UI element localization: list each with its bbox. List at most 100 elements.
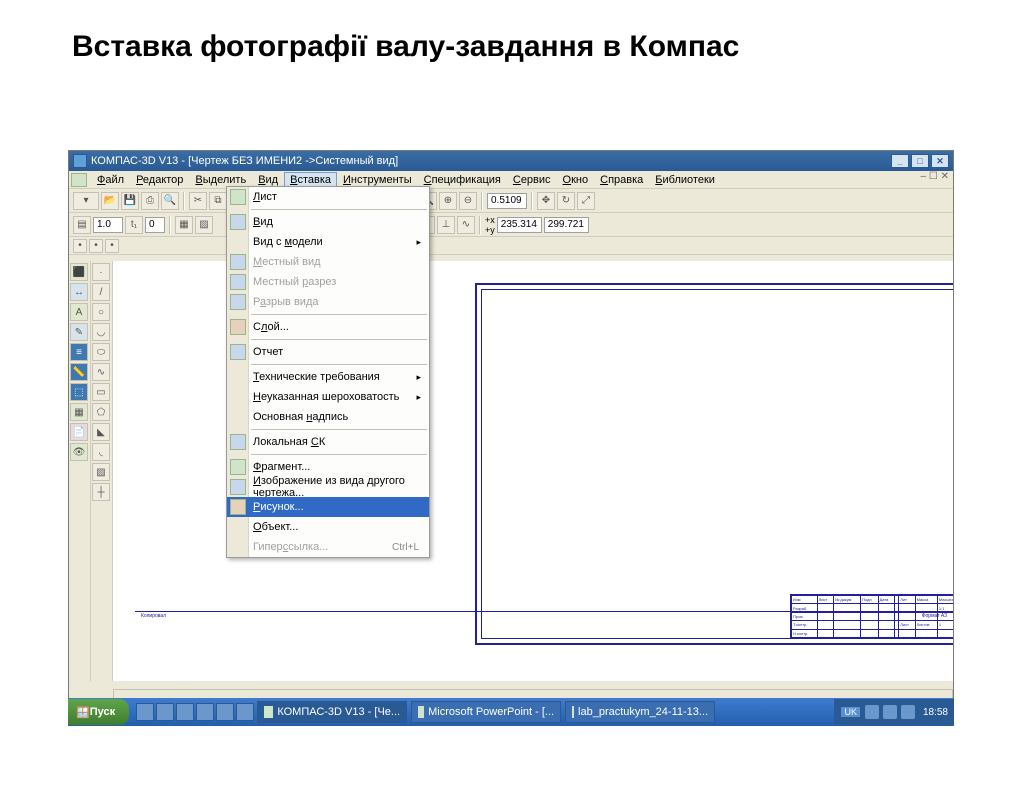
geom-icon[interactable]: ⬛	[70, 263, 88, 281]
tool-panel[interactable]: · / ○ ◡ ⬭ ∿ ▭ ⬠ ◣ ◟ ▨ ┼	[91, 261, 113, 681]
t-input[interactable]: 0	[145, 217, 165, 233]
pt-icon[interactable]: ·	[92, 263, 110, 281]
p3[interactable]: •	[105, 239, 119, 253]
tray[interactable]: UK 18:58	[834, 699, 954, 725]
layer2-button[interactable]: ▨	[195, 216, 213, 234]
view-icon[interactable]: 👁	[70, 443, 88, 461]
line-icon[interactable]: /	[92, 283, 110, 301]
taskbar-item[interactable]: lab_practukym_24-11-13...	[565, 701, 715, 723]
rep-icon[interactable]: 📄	[70, 423, 88, 441]
paper-frame: ИзмЛист№ докумПодпДатаЛитМассаМасштабРаз…	[475, 283, 953, 645]
zoom3-button[interactable]: ⊖	[459, 192, 477, 210]
scale-input[interactable]: 0.5109	[487, 193, 527, 209]
orbit-button[interactable]: ↻	[557, 192, 575, 210]
p2[interactable]: •	[89, 239, 103, 253]
menu-редактор[interactable]: Редактор	[130, 172, 189, 188]
copy-button[interactable]: ⧉	[209, 192, 227, 210]
toolbar-main[interactable]: ▾ 📂 💾 ⎙ 🔍 ✂ ⧉ 📋 🔍 ⊕ ⊖ 0.5109 ✥ ↻ ⤢	[69, 189, 953, 213]
ql-icon[interactable]	[216, 703, 234, 721]
layer-button[interactable]: ▦	[175, 216, 193, 234]
menu-окно[interactable]: Окно	[557, 172, 595, 188]
menubar[interactable]: ФайлРедакторВыделитьВидВставкаИнструмент…	[69, 171, 953, 189]
arc-icon[interactable]: ◡	[92, 323, 110, 341]
zoom2-button[interactable]: ⊕	[439, 192, 457, 210]
sel-icon[interactable]: ⬚	[70, 383, 88, 401]
spec-icon[interactable]: ▦	[70, 403, 88, 421]
hatch-icon[interactable]: ▨	[92, 463, 110, 481]
poly-icon[interactable]: ⬠	[92, 403, 110, 421]
tray-icon[interactable]	[901, 705, 915, 719]
insert-menu-dropdown[interactable]: ЛистВидВид с модели▸Местный видМестный р…	[226, 186, 430, 558]
ch-icon[interactable]: ◣	[92, 423, 110, 441]
coord-x[interactable]: 235.314	[497, 217, 542, 233]
menu-item[interactable]: Основная надпись	[227, 407, 429, 427]
menu-справка[interactable]: Справка	[594, 172, 649, 188]
meas-icon[interactable]: 📏	[70, 363, 88, 381]
ql-icon[interactable]	[156, 703, 174, 721]
taskbar-item[interactable]: КОМПАС-3D V13 - [Че...	[257, 701, 407, 723]
taskbar-item[interactable]: Microsoft PowerPoint - [...	[411, 701, 561, 723]
menu-файл[interactable]: Файл	[91, 172, 130, 188]
ql-icon[interactable]	[236, 703, 254, 721]
menu-item[interactable]: Слой...	[227, 317, 429, 337]
compact-panel[interactable]: ⬛ ↔ A ✎ ≡ 📏 ⬚ ▦ 📄 👁	[69, 261, 91, 681]
coord-y[interactable]: 299.721	[544, 217, 589, 233]
menu-item[interactable]: Рисунок...	[227, 497, 429, 517]
text-icon[interactable]: A	[70, 303, 88, 321]
dim-icon[interactable]: ↔	[70, 283, 88, 301]
new-button[interactable]: ▾	[73, 192, 99, 210]
ortho-button[interactable]: ⊥	[437, 216, 455, 234]
lang-indicator[interactable]: UK	[840, 706, 861, 718]
snap-button[interactable]: ∿	[457, 216, 475, 234]
menu-библиотеки[interactable]: Библиотеки	[649, 172, 721, 188]
menu-item: Разрыв вида	[227, 292, 429, 312]
start-button[interactable]: 🪟 Пуск	[68, 699, 129, 725]
menu-item[interactable]: Фрагмент...	[227, 457, 429, 477]
ql-icon[interactable]	[176, 703, 194, 721]
circle-icon[interactable]: ○	[92, 303, 110, 321]
menu-item[interactable]: Локальная СК	[227, 432, 429, 452]
app-icon	[73, 154, 87, 168]
zoom-input[interactable]: 1.0	[93, 217, 123, 233]
p1[interactable]: •	[73, 239, 87, 253]
tray-icon[interactable]	[865, 705, 879, 719]
clock: 18:58	[923, 707, 948, 718]
save-button[interactable]: 💾	[121, 192, 139, 210]
ql-icon[interactable]	[136, 703, 154, 721]
spline-icon[interactable]: ∿	[92, 363, 110, 381]
view-btn2[interactable]: t₁	[125, 216, 143, 234]
rect-icon[interactable]: ▭	[92, 383, 110, 401]
axis-icon[interactable]: ┼	[92, 483, 110, 501]
open-button[interactable]: 📂	[101, 192, 119, 210]
toolbar-props[interactable]: • • •	[69, 237, 953, 255]
fit-button[interactable]: ⤢	[577, 192, 595, 210]
menu-сервис[interactable]: Сервис	[507, 172, 557, 188]
menu-item[interactable]: Вид с модели▸	[227, 232, 429, 252]
view-btn1[interactable]: ▤	[73, 216, 91, 234]
menu-item[interactable]: Технические требования▸	[227, 367, 429, 387]
tray-icon[interactable]	[883, 705, 897, 719]
menu-item[interactable]: Лист	[227, 187, 429, 207]
menu-item[interactable]: Вид	[227, 212, 429, 232]
paper-inner: ИзмЛист№ докумПодпДатаЛитМассаМасштабРаз…	[481, 289, 953, 639]
fil-icon[interactable]: ◟	[92, 443, 110, 461]
ql-icon[interactable]	[196, 703, 214, 721]
preview-button[interactable]: 🔍	[161, 192, 179, 210]
menu-item[interactable]: Объект...	[227, 517, 429, 537]
menu-item[interactable]: Неуказанная шероховатость▸	[227, 387, 429, 407]
menu-item[interactable]: Изображение из вида другого чертежа...	[227, 477, 429, 497]
cut-button[interactable]: ✂	[189, 192, 207, 210]
mdi-buttons[interactable]: – ☐ ✕	[921, 171, 949, 182]
kompas-window: КОМПАС-3D V13 - [Чертеж БЕЗ ИМЕНИ2 ->Сис…	[68, 150, 954, 726]
doc-icon	[71, 173, 87, 187]
pan-button[interactable]: ✥	[537, 192, 555, 210]
menu-спецификация[interactable]: Спецификация	[418, 172, 507, 188]
edit-icon[interactable]: ✎	[70, 323, 88, 341]
taskbar[interactable]: 🪟 Пуск КОМПАС-3D V13 - [Че...Microsoft P…	[68, 698, 954, 726]
param-icon[interactable]: ≡	[70, 343, 88, 361]
window-buttons[interactable]: _□✕	[889, 154, 949, 168]
print-button[interactable]: ⎙	[141, 192, 159, 210]
toolbar-view[interactable]: ▤ 1.0 t₁ 0 ▦ ▨ ↔ ⊥ ∿ +x+y 235.314 299.72…	[69, 213, 953, 237]
ellipse-icon[interactable]: ⬭	[92, 343, 110, 361]
menu-item[interactable]: Отчет	[227, 342, 429, 362]
